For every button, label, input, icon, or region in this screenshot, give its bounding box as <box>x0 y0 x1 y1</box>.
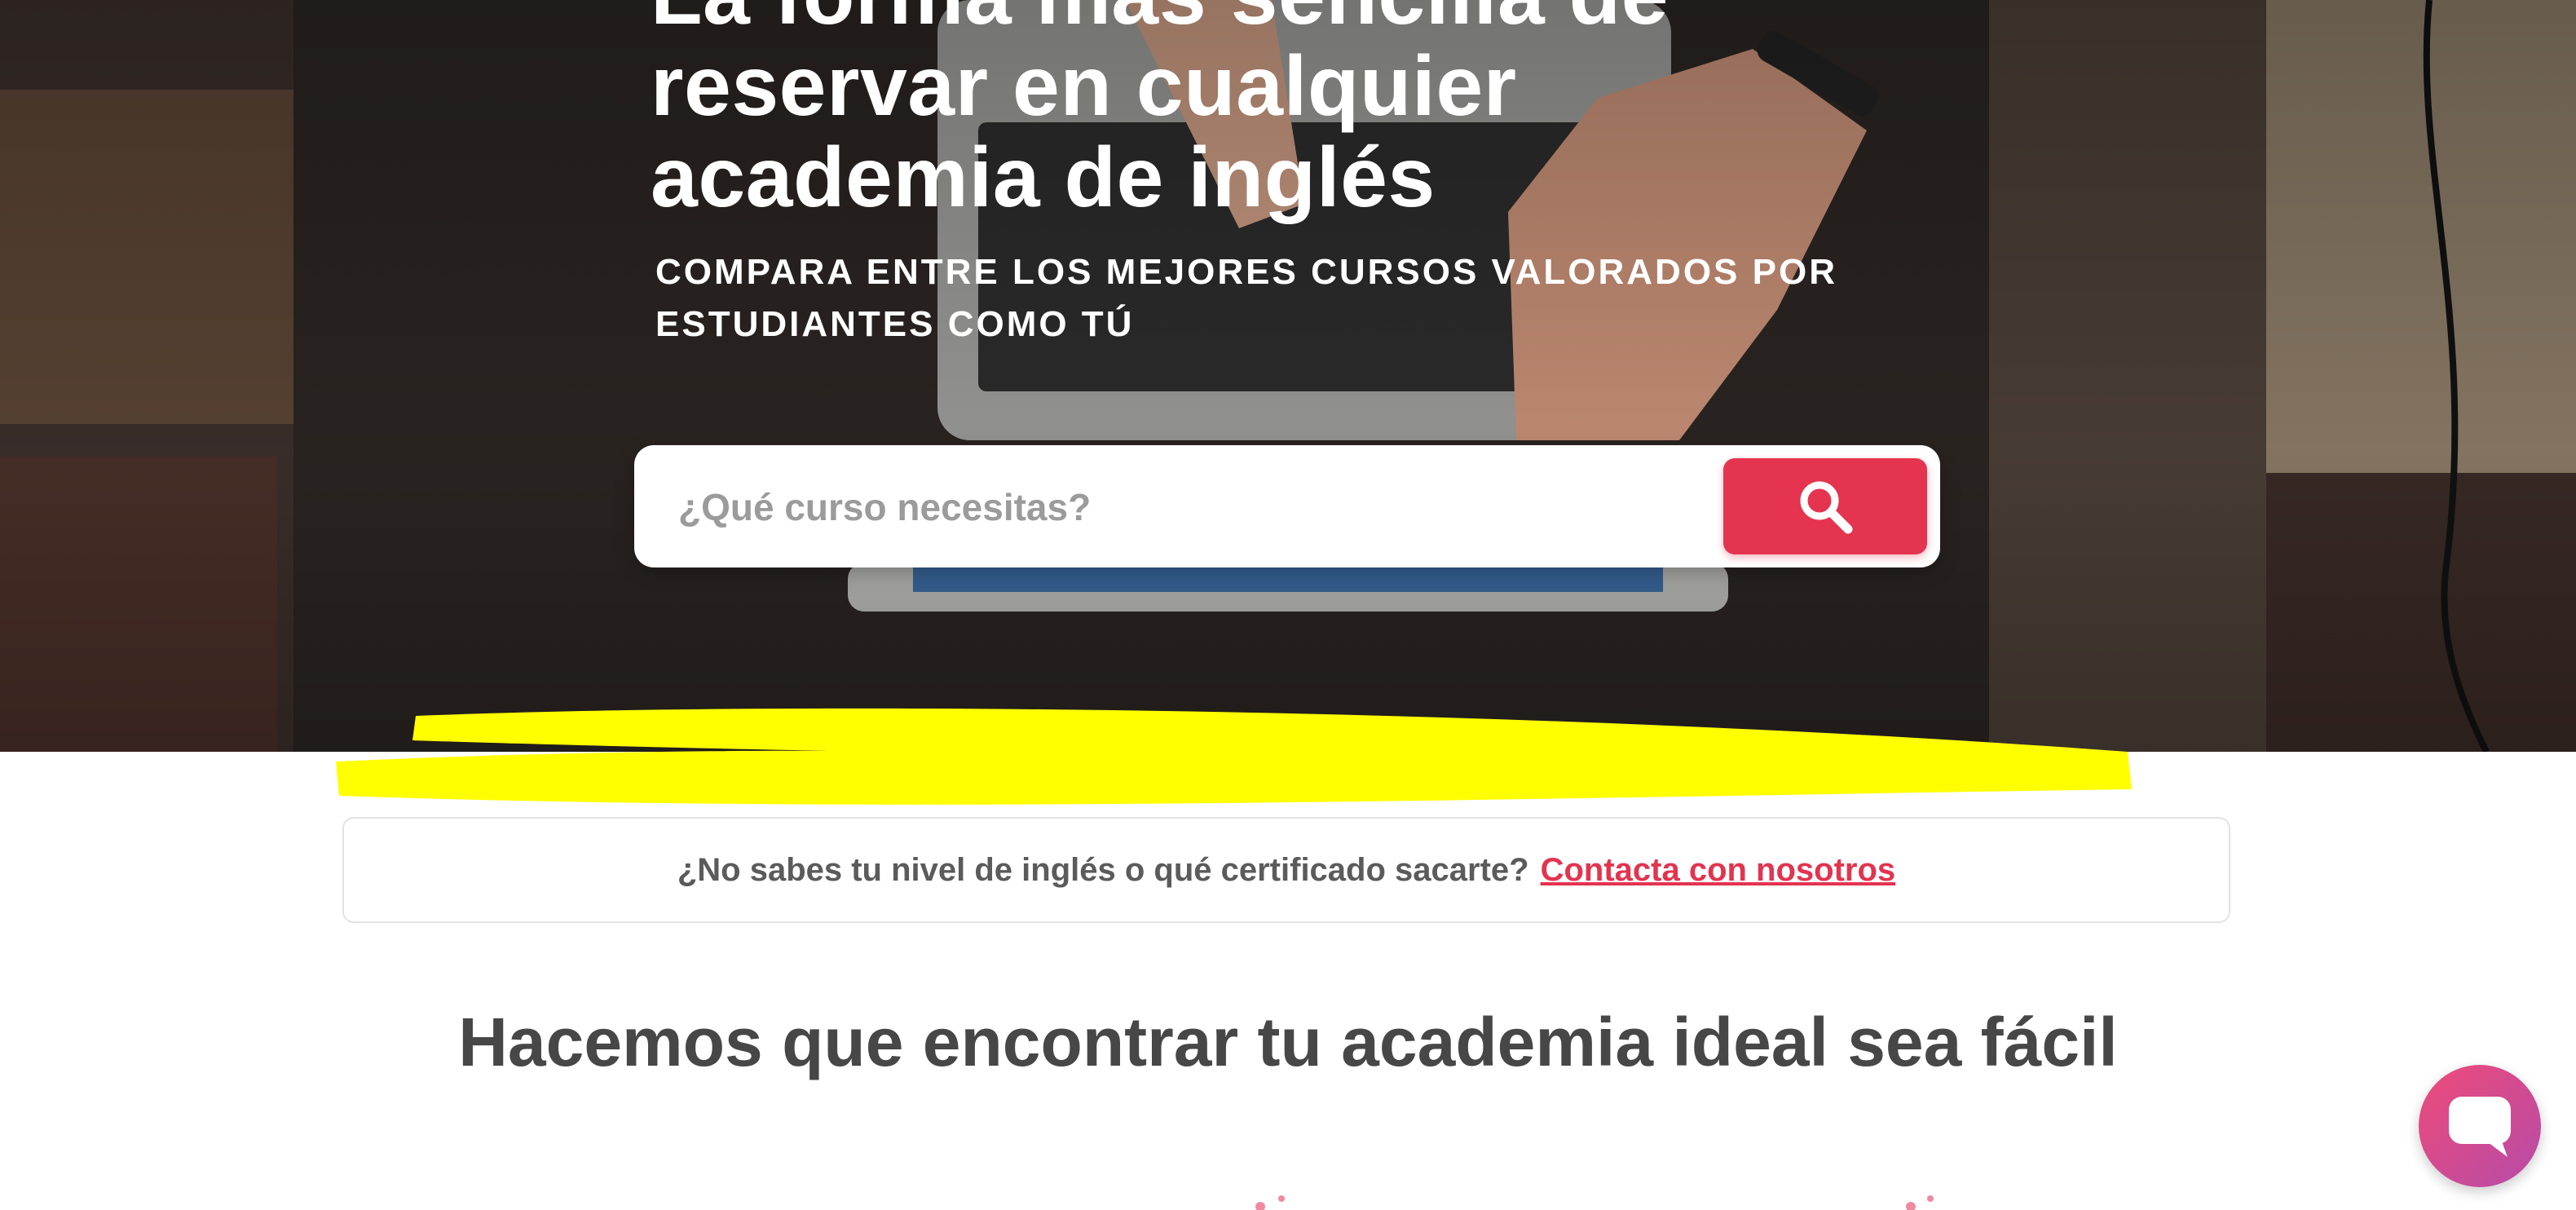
decorative-illustration-top <box>1906 1195 1934 1210</box>
chat-widget-button[interactable] <box>2419 1065 2541 1187</box>
hero-subtitle: Compara entre los mejores cursos valorad… <box>655 252 1837 344</box>
search-button[interactable] <box>1723 458 1927 554</box>
contact-link[interactable]: Contacta con nosotros <box>1541 852 1896 889</box>
decorative-illustration-top <box>1255 1195 1285 1210</box>
chat-icon <box>2449 1097 2511 1157</box>
hero-title: La forma más sencilla de reservar en cua… <box>651 0 1668 225</box>
search-bar <box>634 445 1940 567</box>
hero-banner: La forma más sencilla de reservar en cua… <box>0 0 2576 752</box>
help-banner: ¿No sabes tu nivel de inglés o qué certi… <box>342 817 2230 923</box>
help-question: ¿No sabes tu nivel de inglés o qué certi… <box>677 851 1529 888</box>
section-title: Hacemos que encontrar tu academia ideal … <box>458 1004 2118 1080</box>
search-input[interactable] <box>677 470 1691 545</box>
search-icon <box>1800 481 1853 534</box>
